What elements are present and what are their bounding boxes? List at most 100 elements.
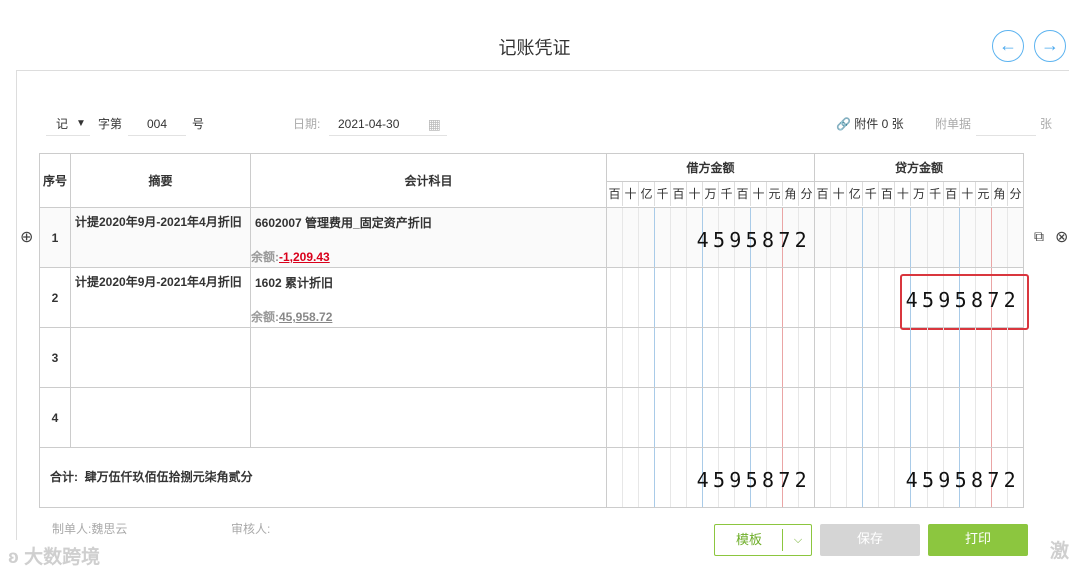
account-cell[interactable]: 1602 累计折旧 余额:45,958.72 <box>250 267 607 328</box>
col-header-credit: 贷方金额 <box>814 153 1024 182</box>
credit-amount-cell[interactable] <box>814 207 1024 268</box>
unit-digit-label: 亿 <box>639 182 655 206</box>
unit-digit-label: 分 <box>800 187 813 201</box>
summary-cell[interactable]: 计提2020年9月-2021年4月折旧 <box>70 207 251 268</box>
date-input[interactable]: 2021-04-30 ▦ <box>329 112 447 136</box>
unit-digit-label: 千 <box>719 182 735 206</box>
zi-label: 字第 <box>98 117 123 131</box>
credit-amount-cell[interactable] <box>814 327 1024 388</box>
unit-digit-label: 百 <box>671 182 687 206</box>
debit-amount-cell[interactable]: 4595872 <box>606 207 815 268</box>
watermark-char: 激 <box>1050 541 1069 562</box>
unit-digit-label: 百 <box>879 182 896 206</box>
unit-digit-label: 百 <box>735 182 751 206</box>
unit-digit-label: 十 <box>623 182 639 206</box>
next-voucher-button[interactable]: → <box>1034 30 1066 62</box>
credit-amount-cell[interactable] <box>814 387 1024 448</box>
delete-row-icon[interactable]: ⊗ <box>1055 227 1068 247</box>
unit-digit-label: 十 <box>751 182 767 206</box>
template-button[interactable]: 模板 ⌵ <box>714 524 812 556</box>
attachment-link[interactable]: 🔗 附件 0 张 <box>836 112 904 136</box>
account-cell[interactable] <box>250 327 607 388</box>
unit-digit-label: 元 <box>976 182 992 206</box>
account-cell[interactable]: 6602007 管理费用_固定资产折旧 余额:-1,209.43 <box>250 207 607 268</box>
attach-doc-count-input[interactable] <box>976 112 1036 136</box>
unit-digit-label: 千 <box>928 182 944 206</box>
balance: 余额:45,958.72 <box>251 310 333 324</box>
unit-digit-label: 角 <box>992 182 1008 206</box>
credit-highlight-box <box>900 274 1029 330</box>
balance: 余额:-1,209.43 <box>251 250 330 264</box>
total-cell: 合计: 肆万伍仟玖佰伍拾捌元柒角贰分 <box>39 447 607 508</box>
link-icon: 🔗 <box>836 117 851 131</box>
unit-digit-label: 角 <box>783 182 799 206</box>
account-name: 6602007 管理费用_固定资产折旧 <box>255 216 432 230</box>
debit-amount-cell[interactable] <box>606 267 815 328</box>
unit-digit-label: 十 <box>831 182 848 206</box>
row-seq: 1 <box>39 207 71 268</box>
account-cell[interactable] <box>250 387 607 448</box>
total-row: 合计: 肆万伍仟玖佰伍拾捌元柒角贰分 4595872 4595872 <box>39 447 1024 508</box>
credit-amount-cell[interactable]: 4595872 <box>814 267 1029 330</box>
col-header-summary: 摘要 <box>70 153 251 208</box>
caret-down-icon: ▼ <box>76 118 86 129</box>
reviewer: 审核人: <box>231 522 271 536</box>
preparer: 制单人:魏思云 <box>52 522 128 536</box>
unit-digit-label: 十 <box>687 182 703 206</box>
unit-digit-label: 千 <box>655 182 671 206</box>
summary-cell[interactable] <box>70 327 251 388</box>
debit-unit-row: 百十亿千百十万千百十元角分 <box>606 181 815 208</box>
hao-label: 号 <box>192 117 205 131</box>
unit-digit-label: 万 <box>911 182 928 206</box>
unit-digit-label: 十 <box>960 182 976 206</box>
debit-amount-cell[interactable] <box>606 327 815 388</box>
col-header-seq: 序号 <box>39 153 71 208</box>
table-row: 4 <box>39 387 1024 448</box>
date-label: 日期: <box>293 117 321 131</box>
page-title: 记账凭证 <box>498 38 571 58</box>
total-words: 肆万伍仟玖佰伍拾捌元柒角贰分 <box>84 470 253 484</box>
unit-digit-label: 分 <box>1009 187 1022 201</box>
unit-digit-label: 千 <box>863 182 880 206</box>
print-button[interactable]: 打印 <box>928 524 1028 556</box>
voucher-page: 记账凭证 ← → 记 ▼ 字第 004 号 日期: 2021-04-30 ▦ 🔗… <box>0 0 1069 577</box>
table-row: 3 <box>39 327 1024 388</box>
chevron-down-icon: ⌵ <box>793 534 803 546</box>
table-row: 1 计提2020年9月-2021年4月折旧 6602007 管理费用_固定资产折… <box>39 207 1024 268</box>
table-row: 2 计提2020年9月-2021年4月折旧 1602 累计折旧 余额:45,95… <box>39 267 1029 330</box>
row-seq: 3 <box>39 327 71 388</box>
unit-digit-label: 十 <box>895 182 912 206</box>
summary-cell[interactable] <box>70 387 251 448</box>
unit-digit-label: 百 <box>944 182 960 206</box>
total-label: 合计: <box>50 470 78 484</box>
arrow-left-icon: ← <box>999 35 1017 55</box>
wechat-icon: ʚ <box>8 547 19 568</box>
attach-doc-label: 附单据 <box>935 117 972 131</box>
zhang-label: 张 <box>1040 117 1053 131</box>
unit-digit-label: 元 <box>767 182 783 206</box>
unit-digit-label: 亿 <box>847 182 864 206</box>
voucher-table: 序号 摘要 会计科目 借方金额 贷方金额 百十亿千百十万千百十元角分 百十亿千百… <box>39 153 1029 508</box>
total-credit: 4595872 <box>905 468 1020 492</box>
voucher-number-input[interactable]: 004 <box>128 112 186 136</box>
col-header-account: 会计科目 <box>250 153 607 208</box>
col-header-debit: 借方金额 <box>606 153 815 182</box>
prev-voucher-button[interactable]: ← <box>992 30 1024 62</box>
add-row-icon[interactable]: ⊕ <box>20 227 33 247</box>
total-credit-cell: 4595872 <box>814 447 1024 508</box>
voucher-type-select[interactable]: 记 ▼ <box>46 112 90 136</box>
row-seq: 2 <box>39 267 71 328</box>
unit-digit-label: 万 <box>703 182 719 206</box>
debit-amount-cell[interactable] <box>606 387 815 448</box>
summary-cell[interactable]: 计提2020年9月-2021年4月折旧 <box>70 267 251 328</box>
account-name: 1602 累计折旧 <box>255 276 334 290</box>
calendar-icon: ▦ <box>427 116 441 132</box>
watermark-logo: ʚ 大数跨境 <box>8 547 101 568</box>
credit-unit-row: 百十亿千百十万千百十元角分 <box>814 181 1024 208</box>
row-seq: 4 <box>39 387 71 448</box>
total-debit-cell: 4595872 <box>606 447 815 508</box>
copy-row-icon[interactable]: ⧉ <box>1034 228 1044 245</box>
save-button[interactable]: 保存 <box>820 524 920 556</box>
arrow-right-icon: → <box>1041 35 1059 55</box>
unit-digit-label: 百 <box>815 182 832 206</box>
